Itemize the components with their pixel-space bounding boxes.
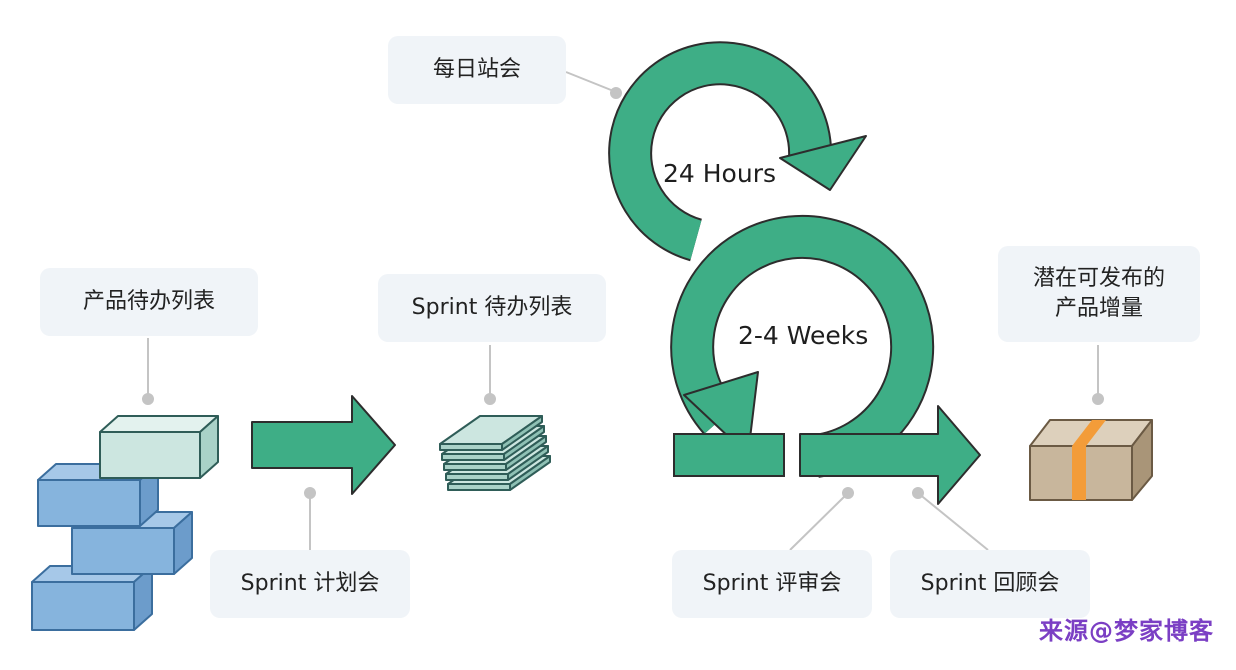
sprint-planning-label: Sprint 计划会 [210, 550, 410, 618]
backlog-box [31, 565, 153, 631]
connector-dot [842, 487, 854, 499]
product-backlog-text: 产品待办列表 [82, 289, 215, 315]
connector-dot [912, 487, 924, 499]
increment-text-line1: 潜在可发布的 [1032, 266, 1165, 292]
increment-label: 潜在可发布的 产品增量 [998, 246, 1200, 342]
connector-dot [610, 87, 622, 99]
sprint-review-label: Sprint 评审会 [672, 550, 872, 618]
watermark: 来源@梦家博客 [1039, 617, 1214, 645]
daily-standup-label: 每日站会 [388, 36, 566, 104]
product-backlog-stack [31, 415, 219, 631]
daily-loop [610, 43, 831, 260]
connector-dot [142, 393, 154, 405]
backlog-box-top [99, 415, 219, 479]
sprint-backlog-text: Sprint 待办列表 [411, 295, 573, 321]
sprint-planning-text: Sprint 计划会 [240, 571, 380, 597]
connector-sprint-retro [917, 492, 989, 551]
product-backlog-label: 产品待办列表 [40, 268, 258, 336]
daily-cycle-label: 24 Hours [663, 159, 777, 188]
sprint-review-text: Sprint 评审会 [702, 571, 842, 597]
connector-sprint-review [789, 492, 849, 551]
planning-arrow [251, 395, 396, 495]
connector-dot [304, 487, 316, 499]
sprint-backlog-label: Sprint 待办列表 [378, 274, 606, 342]
sprint-retro-label: Sprint 回顾会 [890, 550, 1090, 618]
connector-daily-standup [565, 71, 617, 93]
sprint-base-bar [673, 433, 785, 477]
daily-standup-text: 每日站会 [432, 57, 521, 83]
connector-dot [1092, 393, 1104, 405]
increment-package [1029, 419, 1153, 501]
sprint-retro-text: Sprint 回顾会 [920, 571, 1060, 597]
sprint-cycle-label: 2-4 Weeks [738, 321, 869, 350]
increment-text-line2: 产品增量 [1054, 296, 1143, 321]
sprint-backlog-stack [439, 415, 551, 491]
connector-dot [484, 393, 496, 405]
